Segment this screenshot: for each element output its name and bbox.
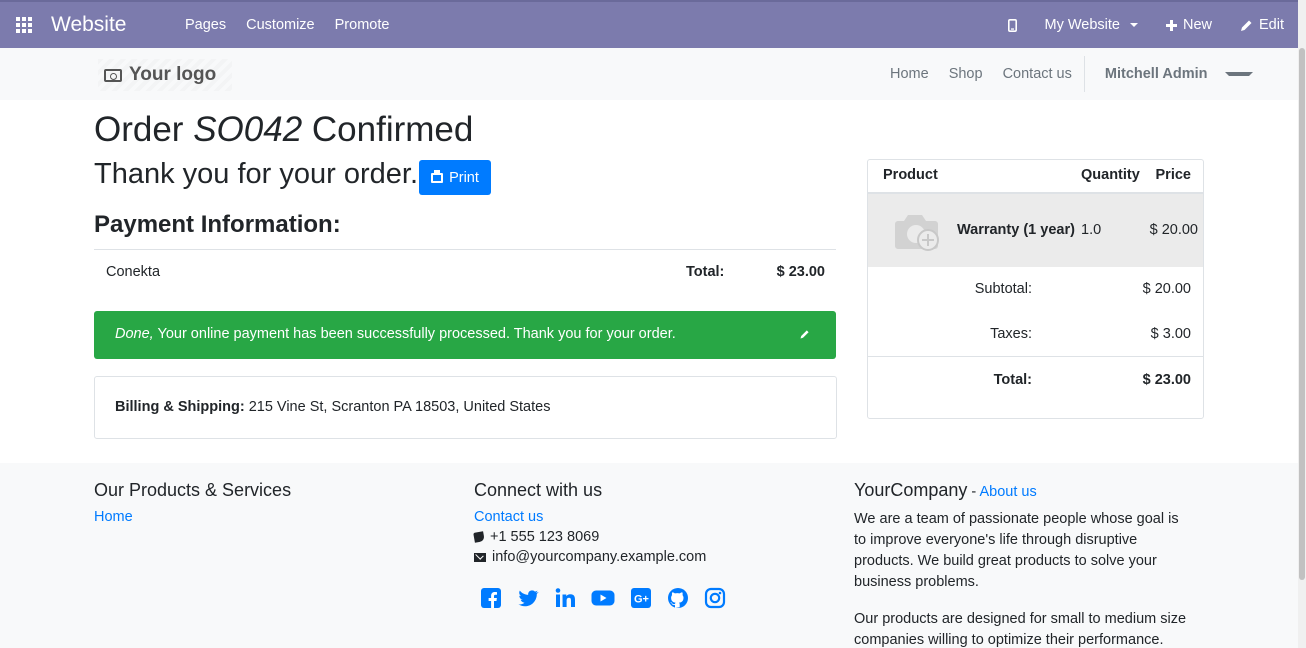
printer-icon bbox=[431, 169, 444, 183]
nav-shop[interactable]: Shop bbox=[939, 66, 993, 82]
line-price: $ 20.00 bbox=[1149, 222, 1198, 238]
user-menu[interactable]: Mitchell Admin bbox=[1083, 56, 1262, 92]
payment-heading: Payment Information: bbox=[94, 211, 341, 238]
billing-shipping-card: Billing & Shipping: 215 Vine St, Scranto… bbox=[94, 376, 837, 439]
menu-customize[interactable]: Customize bbox=[236, 17, 325, 33]
print-button-label: Print bbox=[449, 169, 479, 186]
alert-status: Done, bbox=[115, 326, 154, 342]
camera-icon bbox=[104, 68, 122, 82]
menu-pages[interactable]: Pages bbox=[175, 17, 236, 33]
order-summary: Product Quantity Price Warranty (1 year)… bbox=[867, 159, 1204, 419]
divider bbox=[868, 356, 1203, 357]
line-quantity: 1.0 bbox=[1081, 222, 1102, 238]
footer-company-description: We are a team of passionate people whose… bbox=[854, 511, 1179, 590]
apps-menu-icon[interactable] bbox=[0, 2, 48, 48]
footer-home-link[interactable]: Home bbox=[94, 509, 291, 525]
col-price: Price bbox=[1155, 167, 1191, 183]
footer-connect-column: Connect with us Contact us +1 555 123 80… bbox=[473, 480, 726, 609]
editor-menu: Pages Customize Promote bbox=[175, 17, 399, 33]
page-scrollbar[interactable] bbox=[1298, 0, 1306, 648]
email-address[interactable]: info@yourcompany.example.com bbox=[492, 549, 706, 565]
edit-button[interactable]: Edit bbox=[1226, 17, 1298, 33]
cart-total-value: $ 23.00 bbox=[1142, 372, 1191, 388]
footer-company-column: YourCompany - About us We are a team of … bbox=[854, 480, 1194, 648]
menu-promote[interactable]: Promote bbox=[325, 17, 400, 33]
site-footer: Our Products & Services Home Connect wit… bbox=[0, 463, 1298, 648]
footer-phone: +1 555 123 8069 bbox=[473, 529, 726, 545]
facebook-icon[interactable] bbox=[480, 587, 502, 609]
subtotal-value: $ 20.00 bbox=[1142, 281, 1191, 297]
cart-total-label: Total: bbox=[993, 372, 1032, 388]
youtube-icon[interactable] bbox=[591, 587, 615, 609]
order-reference: SO042 bbox=[193, 110, 303, 149]
editor-actions: My Website New Edit bbox=[994, 2, 1299, 48]
svg-text:G+: G+ bbox=[634, 594, 649, 606]
footer-company-description-2: Our products are designed for small to m… bbox=[854, 611, 1187, 648]
instagram-icon[interactable] bbox=[704, 587, 726, 609]
new-button-label: New bbox=[1182, 17, 1212, 33]
user-name: Mitchell Admin bbox=[1104, 66, 1208, 82]
nav-contact[interactable]: Contact us bbox=[993, 66, 1082, 82]
scrollbar-thumb[interactable] bbox=[1299, 48, 1305, 580]
payment-total-label: Total: bbox=[686, 264, 725, 280]
subtotal-label: Subtotal: bbox=[974, 281, 1032, 297]
footer-contact-link[interactable]: Contact us bbox=[474, 509, 726, 525]
footer-products-column: Our Products & Services Home bbox=[94, 480, 291, 525]
col-product: Product bbox=[883, 167, 938, 183]
thanks-message: Thank you for your order. bbox=[94, 158, 418, 190]
envelope-icon bbox=[474, 552, 486, 562]
cart-line: Warranty (1 year) 1.0 $ 20.00 bbox=[868, 194, 1203, 267]
payment-row: Conekta Total: $ 23.00 bbox=[94, 249, 836, 294]
col-quantity: Quantity bbox=[1081, 167, 1140, 183]
site-header: Your logo Home Shop Contact us Mitchell … bbox=[0, 48, 1298, 100]
product-image-placeholder-icon bbox=[895, 215, 939, 251]
github-icon[interactable] bbox=[667, 587, 689, 609]
alert-message: Your online payment has been successfull… bbox=[157, 326, 676, 342]
website-selector[interactable]: My Website bbox=[1031, 17, 1152, 33]
edit-button-label: Edit bbox=[1259, 17, 1284, 33]
social-links: G+ bbox=[480, 587, 726, 609]
plus-icon bbox=[1165, 19, 1177, 31]
payment-method: Conekta bbox=[106, 264, 161, 280]
billing-label: Billing & Shipping: bbox=[115, 399, 245, 415]
nav-home[interactable]: Home bbox=[880, 66, 939, 82]
caret-down-icon bbox=[1225, 72, 1254, 76]
google-plus-icon[interactable]: G+ bbox=[630, 587, 652, 609]
payment-total-value: $ 23.00 bbox=[776, 264, 825, 280]
site-logo[interactable]: Your logo bbox=[98, 59, 232, 91]
footer-products-title: Our Products & Services bbox=[94, 480, 292, 500]
phone-number: +1 555 123 8069 bbox=[490, 529, 600, 545]
footer-about-link[interactable]: About us bbox=[980, 484, 1037, 500]
pencil-icon bbox=[1241, 20, 1252, 31]
taxes-value: $ 3.00 bbox=[1150, 326, 1191, 342]
app-brand: Website bbox=[51, 13, 127, 36]
twitter-icon[interactable] bbox=[517, 587, 539, 609]
footer-connect-title: Connect with us bbox=[474, 480, 603, 500]
footer-email: info@yourcompany.example.com bbox=[474, 549, 726, 565]
logo-text: Your logo bbox=[129, 64, 217, 85]
taxes-label: Taxes: bbox=[990, 326, 1032, 342]
payment-success-alert: Done, Your online payment has been succe… bbox=[94, 311, 836, 359]
billing-address: 215 Vine St, Scranton PA 18503, United S… bbox=[248, 399, 551, 415]
new-button[interactable]: New bbox=[1152, 17, 1226, 33]
phone-icon bbox=[473, 531, 485, 543]
pencil-icon[interactable] bbox=[800, 329, 810, 339]
caret-down-icon bbox=[1129, 23, 1138, 27]
footer-company-title: YourCompany - About us bbox=[854, 480, 1037, 500]
line-product-name[interactable]: Warranty (1 year) bbox=[957, 222, 1075, 238]
mobile-preview-icon[interactable] bbox=[994, 18, 1031, 32]
page-title: Order SO042 Confirmed bbox=[94, 110, 474, 149]
print-button[interactable]: Print bbox=[419, 160, 491, 195]
site-nav: Home Shop Contact us Mitchell Admin bbox=[880, 48, 1261, 100]
website-selector-label: My Website bbox=[1044, 17, 1120, 33]
website-editor-navbar: Website Pages Customize Promote My Websi… bbox=[0, 0, 1298, 48]
linkedin-icon[interactable] bbox=[554, 587, 576, 609]
